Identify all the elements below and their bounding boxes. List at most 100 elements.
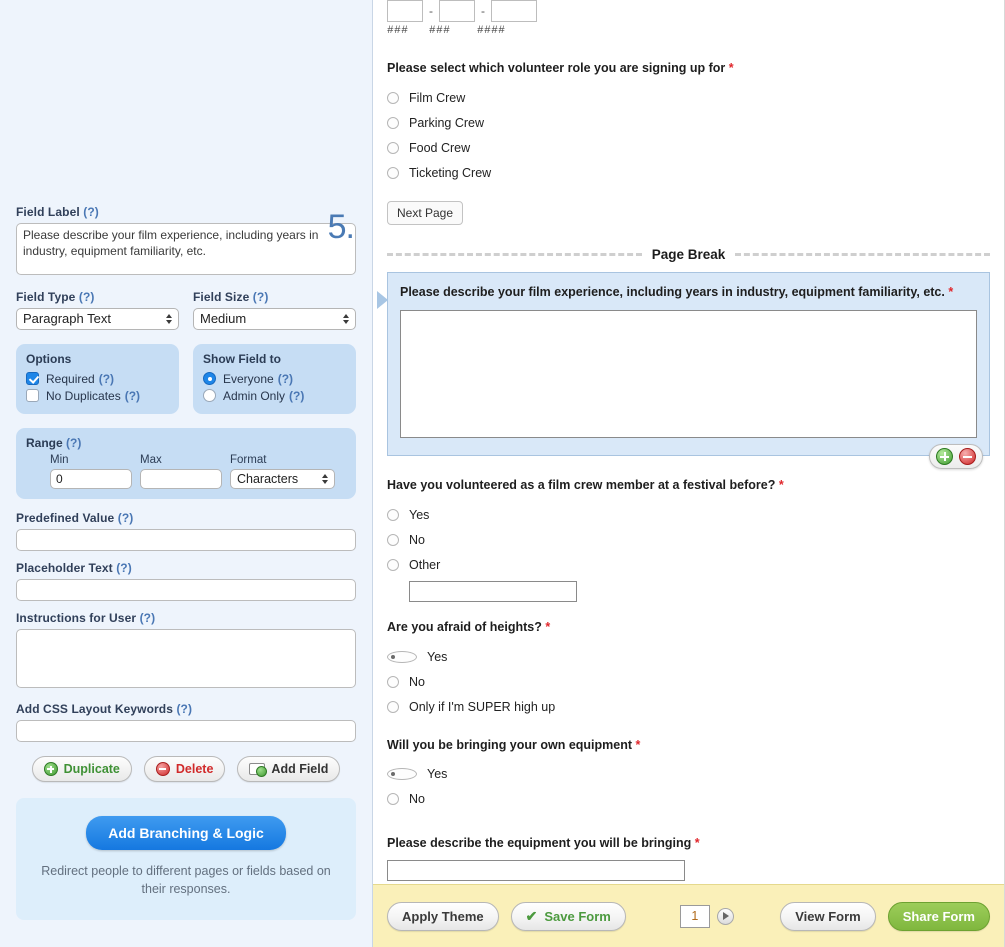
add-field-button[interactable]: Add Field [237, 756, 341, 782]
help-icon[interactable]: (?) [83, 205, 99, 219]
equipment-no-radio[interactable] [387, 793, 399, 806]
volunteered-other-input[interactable] [409, 581, 577, 603]
food-crew-radio[interactable] [387, 141, 399, 154]
selection-arrow-icon [377, 291, 388, 310]
help-icon[interactable]: (?) [99, 372, 114, 386]
range-format-col: Format Characters [230, 454, 335, 489]
save-form-label: Save Form [544, 908, 611, 924]
help-icon[interactable]: (?) [116, 561, 132, 575]
range-max-input[interactable] [140, 469, 222, 489]
radio-option[interactable]: Other [387, 552, 990, 577]
own-equipment-title-text: Will you be bringing your own equipment [387, 737, 633, 752]
branching-logic-panel: Add Branching & Logic Redirect people to… [16, 798, 356, 921]
show-admin-only-row[interactable]: Admin Only (?) [203, 387, 346, 404]
radio-option[interactable]: Yes [387, 502, 990, 527]
equipment-yes-radio[interactable] [387, 768, 417, 781]
page-number-input[interactable] [679, 904, 710, 928]
next-page-arrow-icon[interactable] [716, 907, 734, 925]
placeholder-text-input[interactable] [16, 579, 356, 601]
radio-option[interactable]: Parking Crew [387, 110, 990, 135]
delete-button[interactable]: Delete [143, 756, 226, 782]
describe-equipment-title-text: Please describe the equipment you will b… [387, 835, 692, 850]
radio-option[interactable]: No [387, 527, 990, 552]
field-type-select[interactable]: Paragraph Text [16, 308, 179, 330]
apply-theme-button[interactable]: Apply Theme [387, 901, 499, 931]
volunteer-role-title: Please select which volunteer role you a… [387, 59, 990, 77]
add-field-plus-icon[interactable] [936, 448, 953, 466]
help-icon[interactable]: (?) [66, 436, 81, 450]
predefined-value-input[interactable] [16, 529, 356, 551]
share-form-button[interactable]: Share Form [887, 901, 990, 931]
volunteer-role-title-text: Please select which volunteer role you a… [387, 61, 726, 75]
css-keywords-input[interactable] [16, 720, 356, 742]
field-size-caption: Field Size (?) [193, 290, 356, 304]
view-form-button[interactable]: View Form [780, 901, 876, 931]
duplicate-button[interactable]: Duplicate [31, 756, 132, 782]
help-icon[interactable]: (?) [79, 290, 95, 304]
next-page-button[interactable]: Next Page [387, 201, 464, 226]
film-crew-radio[interactable] [387, 91, 399, 104]
field-size-select[interactable]: Medium [193, 308, 356, 330]
show-everyone-row[interactable]: Everyone (?) [203, 370, 346, 387]
radio-option[interactable]: No [387, 787, 990, 812]
heights-super-high-radio[interactable] [387, 701, 399, 713]
required-label: Required [46, 371, 95, 386]
volunteered-other-radio[interactable] [387, 558, 399, 571]
volunteered-no-radio[interactable] [387, 533, 399, 546]
help-icon[interactable]: (?) [140, 611, 156, 625]
required-checkbox[interactable] [26, 372, 39, 385]
describe-equipment-input[interactable] [387, 859, 685, 881]
selected-field-block[interactable]: Please describe your film experience, in… [377, 272, 990, 470]
save-form-button[interactable]: ✔ Save Form [510, 901, 626, 931]
field-label-input[interactable] [16, 223, 356, 275]
option-no-duplicates[interactable]: No Duplicates (?) [26, 387, 169, 404]
radio-option[interactable]: Yes [387, 645, 990, 670]
remove-field-minus-icon[interactable] [959, 448, 976, 466]
radio-label: Film Crew [409, 90, 466, 105]
sidebar-top-spacer [0, 0, 372, 205]
film-experience-textarea[interactable] [400, 310, 977, 439]
range-max-label: Max [140, 454, 162, 466]
phone-line-input[interactable] [491, 0, 537, 22]
option-required[interactable]: Required (?) [26, 370, 169, 387]
instructions-input[interactable] [16, 629, 356, 688]
radio-option[interactable]: No [387, 670, 990, 695]
help-icon[interactable]: (?) [176, 702, 192, 716]
radio-option[interactable]: Yes [387, 762, 990, 787]
add-branching-logic-button[interactable]: Add Branching & Logic [86, 816, 286, 850]
radio-option[interactable]: Only if I'm SUPER high up [387, 695, 990, 720]
heights-yes-radio[interactable] [387, 651, 417, 663]
sidebar-content: Field Label (?) Field Type (?) Paragraph… [0, 205, 372, 782]
help-icon[interactable]: (?) [289, 389, 304, 403]
phone-area-code-input[interactable] [387, 0, 423, 22]
range-min-input[interactable] [50, 469, 132, 489]
instructions-group: Instructions for User (?) [16, 611, 356, 693]
options-group: Options Required (?) No Duplicates (?) [16, 344, 179, 414]
radio-option[interactable]: Film Crew [387, 85, 990, 110]
ticketing-crew-radio[interactable] [387, 166, 399, 179]
volunteer-role-question: Please select which volunteer role you a… [387, 59, 990, 185]
page-break-divider: Page Break [387, 247, 991, 262]
heights-no-radio[interactable] [387, 676, 399, 688]
field-add-remove-widget[interactable] [929, 444, 983, 470]
help-icon[interactable]: (?) [278, 372, 293, 386]
predefined-value-text: Predefined Value [16, 511, 115, 525]
radio-option[interactable]: Food Crew [387, 135, 990, 160]
no-duplicates-checkbox[interactable] [26, 389, 39, 402]
help-icon[interactable]: (?) [125, 389, 140, 403]
volunteered-yes-radio[interactable] [387, 508, 399, 521]
help-icon[interactable]: (?) [118, 511, 134, 525]
type-size-row: Field Type (?) Paragraph Text Field Size… [16, 290, 356, 330]
range-format-select[interactable]: Characters [230, 469, 335, 489]
options-row: Options Required (?) No Duplicates (?) S… [16, 344, 356, 414]
everyone-radio[interactable] [203, 372, 216, 385]
radio-option[interactable]: Ticketing Crew [387, 160, 990, 185]
admin-only-radio[interactable] [203, 389, 216, 402]
selected-field-title-text: Please describe your film experience, in… [400, 285, 945, 300]
radio-label: No [409, 675, 425, 689]
form-preview-pane: - - ### ### #### Please select which vol… [373, 0, 1005, 947]
parking-crew-radio[interactable] [387, 116, 399, 129]
phone-prefix-input[interactable] [439, 0, 475, 22]
field-size-select-wrap: Medium [193, 308, 356, 330]
help-icon[interactable]: (?) [253, 290, 269, 304]
